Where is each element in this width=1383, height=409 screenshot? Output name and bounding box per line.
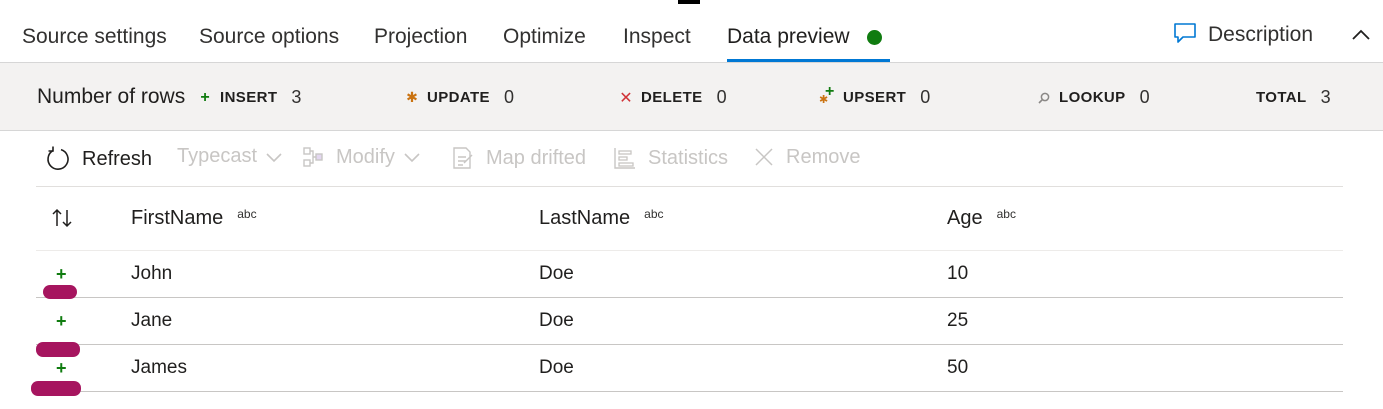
tab-source-options[interactable]: Source options	[199, 24, 339, 50]
row-counts-bar: Number of rows + INSERT 3 ✱ UPDATE 0 ✕ D…	[0, 63, 1383, 131]
column-header-age[interactable]: Age abc	[947, 207, 1016, 230]
column-header-lastname[interactable]: LastName abc	[539, 207, 664, 230]
stat-update: ✱ UPDATE 0	[405, 87, 514, 108]
modify-label: Modify	[336, 145, 395, 168]
plus-asterisk-icon: + ✱	[819, 82, 835, 106]
tab-projection[interactable]: Projection	[374, 24, 467, 50]
stat-update-value: 0	[503, 87, 514, 107]
cell-age: 50	[947, 357, 969, 378]
stat-delete: ✕ DELETE 0	[619, 87, 727, 108]
search-icon	[1037, 91, 1051, 105]
chevron-down-icon	[266, 152, 282, 162]
tab-source-settings[interactable]: Source settings	[22, 24, 167, 50]
cell-firstname: John	[131, 263, 173, 284]
statistics-icon	[614, 148, 635, 169]
tab-bar: Source settings Source options Projectio…	[0, 0, 1383, 63]
redaction-mark	[36, 342, 80, 357]
stat-upsert: + ✱ UPSERT 0	[819, 82, 931, 108]
stat-update-label: UPDATE	[427, 89, 490, 106]
description-label: Description	[1208, 23, 1314, 46]
table-row[interactable]: + John Doe 10	[36, 251, 1343, 298]
modify-icon	[303, 147, 323, 167]
insert-plus-icon: +	[56, 311, 67, 331]
column-name: Age	[947, 207, 983, 229]
stat-lookup-value: 0	[1139, 87, 1150, 107]
typecast-button[interactable]: Typecast	[177, 145, 293, 168]
cell-firstname: Jane	[131, 310, 173, 331]
remove-button[interactable]: Remove	[752, 145, 860, 169]
stat-insert: + INSERT 3	[198, 87, 301, 108]
stat-upsert-label: UPSERT	[843, 89, 907, 106]
stat-delete-value: 0	[716, 87, 727, 107]
table-header: FirstName abc LastName abc Age abc	[36, 187, 1343, 251]
stat-insert-label: INSERT	[220, 89, 278, 106]
remove-label: Remove	[786, 145, 861, 168]
x-icon: ✕	[619, 89, 633, 107]
chevron-down-icon	[404, 153, 420, 163]
stat-total-label: TOTAL	[1256, 89, 1307, 106]
asterisk-icon: ✱	[406, 89, 418, 105]
data-preview-table: FirstName abc LastName abc Age abc + Joh…	[36, 187, 1343, 392]
cell-age: 10	[947, 263, 969, 284]
cell-lastname: Doe	[539, 310, 574, 331]
column-name: FirstName	[131, 207, 224, 229]
column-header-firstname[interactable]: FirstName abc	[131, 207, 257, 230]
column-type: abc	[996, 207, 1016, 221]
collapse-button[interactable]	[1348, 22, 1374, 48]
rows-title: Number of rows	[37, 85, 186, 108]
redaction-mark	[31, 381, 81, 396]
description-button[interactable]: Description	[1172, 20, 1313, 50]
table-row[interactable]: + James Doe 50	[36, 345, 1343, 392]
refresh-label: Refresh	[82, 147, 153, 170]
insert-plus-icon: +	[56, 358, 67, 378]
map-drifted-button[interactable]: Map drifted	[450, 145, 586, 171]
status-dot-icon	[867, 30, 882, 45]
statistics-button[interactable]: Statistics	[612, 145, 728, 171]
statistics-label: Statistics	[648, 146, 729, 169]
stat-total-value: 3	[1320, 87, 1331, 107]
tab-data-preview[interactable]: Data preview	[727, 24, 850, 50]
tab-optimize[interactable]: Optimize	[503, 24, 586, 50]
stat-insert-value: 3	[291, 87, 302, 107]
table-row[interactable]: + Jane Doe 25	[36, 298, 1343, 345]
sort-icon[interactable]	[50, 207, 74, 234]
stat-lookup-label: LOOKUP	[1059, 89, 1126, 106]
comment-icon	[1172, 20, 1198, 51]
refresh-button[interactable]: Refresh	[44, 145, 152, 173]
stat-upsert-value: 0	[920, 87, 931, 107]
tab-inspect[interactable]: Inspect	[623, 24, 691, 50]
insert-plus-icon: +	[56, 264, 67, 284]
chevron-up-icon	[1352, 29, 1370, 40]
toolbar: Refresh Typecast Modify Map drifted Stat…	[36, 131, 1343, 187]
column-type: abc	[644, 207, 664, 221]
cell-lastname: Doe	[539, 357, 574, 378]
plus-icon: +	[200, 88, 210, 106]
cell-lastname: Doe	[539, 263, 574, 284]
typecast-label: Typecast	[177, 145, 258, 167]
map-drifted-label: Map drifted	[486, 146, 587, 169]
column-name: LastName	[539, 207, 631, 229]
cell-age: 25	[947, 310, 969, 331]
active-tab-indicator	[727, 59, 890, 62]
stat-delete-label: DELETE	[641, 89, 703, 106]
modify-button[interactable]: Modify	[302, 145, 431, 169]
redaction-mark	[43, 285, 77, 299]
cell-firstname: James	[131, 357, 187, 378]
refresh-icon	[47, 146, 69, 170]
close-icon	[755, 148, 773, 166]
stat-lookup: LOOKUP 0	[1037, 87, 1150, 108]
map-drifted-icon	[453, 147, 473, 169]
stat-total: TOTAL 3	[1256, 87, 1331, 108]
column-type: abc	[237, 207, 257, 221]
